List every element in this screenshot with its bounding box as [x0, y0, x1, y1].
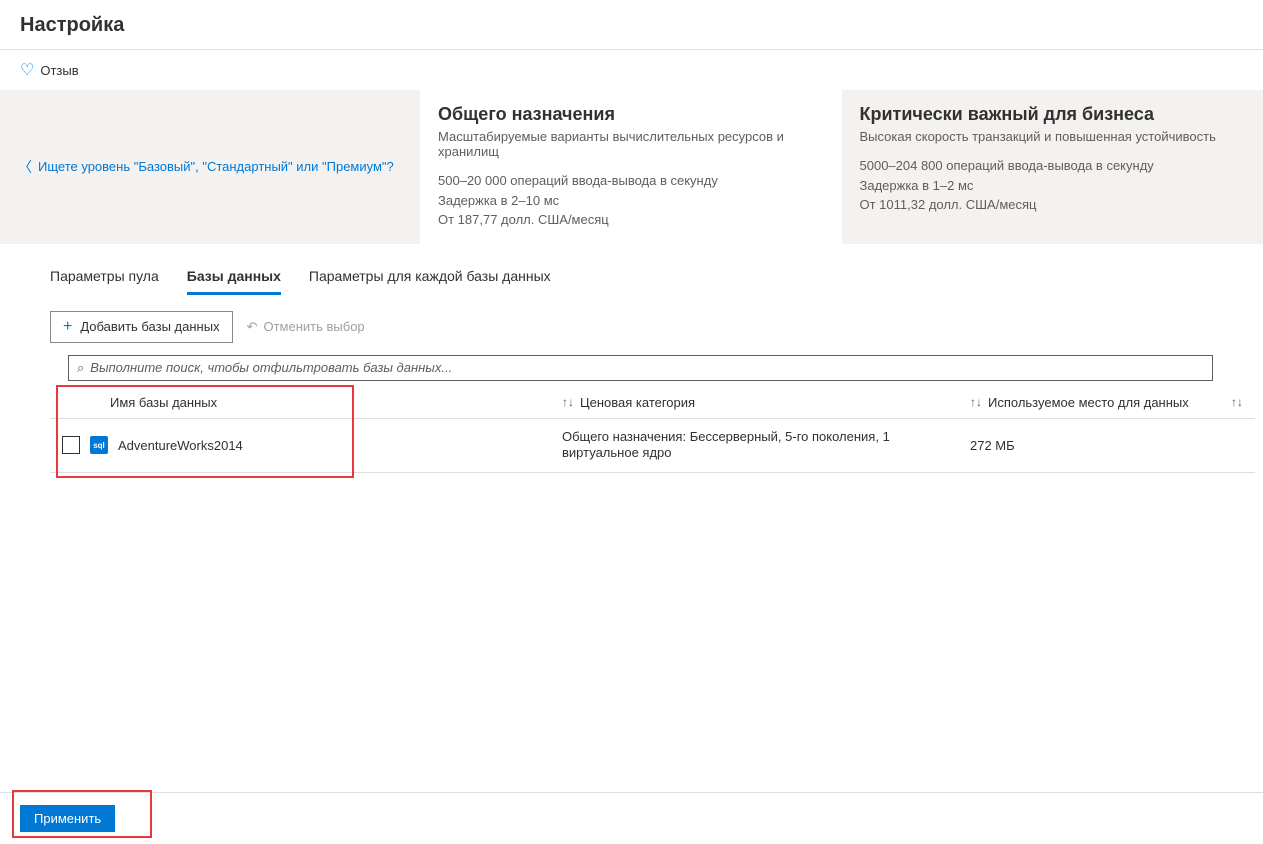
sort-icon: ↑↓ — [1231, 395, 1243, 409]
undo-icon: ↶ — [247, 319, 258, 335]
feedback-label: Отзыв — [40, 63, 78, 78]
tier-iops: 5000–204 800 операций ввода-вывода в сек… — [860, 156, 1246, 176]
table-row[interactable]: sql AdventureWorks2014 Общего назначения… — [50, 419, 1255, 474]
db-name: AdventureWorks2014 — [118, 438, 243, 453]
tier-price: От 187,77 долл. США/месяц — [438, 210, 824, 230]
toolbar: + Добавить базы данных ↶ Отменить выбор — [0, 295, 1263, 355]
tier-legacy-link[interactable]: 〈 Ищете уровень "Базовый", "Стандартный"… — [0, 90, 420, 244]
table-header: Имя базы данных ↑↓ Ценовая категория ↑↓ … — [50, 387, 1255, 419]
sort-icon: ↑↓ — [562, 395, 574, 409]
tab-databases[interactable]: Базы данных — [187, 268, 281, 295]
row-checkbox[interactable] — [62, 436, 80, 454]
page-title: Настройка — [0, 0, 1263, 50]
db-space: 272 МБ — [942, 438, 1243, 453]
reset-label: Отменить выбор — [263, 319, 364, 334]
tier-title: Общего назначения — [438, 104, 824, 125]
plus-icon: + — [63, 318, 72, 336]
heart-icon: ♡ — [20, 60, 34, 80]
footer: Применить — [0, 792, 1263, 844]
column-space[interactable]: ↑↓ Используемое место для данных ↑↓ — [942, 395, 1243, 410]
db-tier: Общего назначения: Бессерверный, 5-го по… — [562, 429, 942, 463]
search-input[interactable] — [90, 360, 1204, 375]
search-box[interactable]: ⌕ — [68, 355, 1213, 381]
databases-table: Имя базы данных ↑↓ Ценовая категория ↑↓ … — [50, 387, 1255, 474]
tier-latency: Задержка в 1–2 мс — [860, 176, 1246, 196]
tier-legacy-text: Ищете уровень "Базовый", "Стандартный" и… — [38, 159, 394, 174]
search-icon: ⌕ — [77, 360, 84, 376]
column-tier[interactable]: ↑↓ Ценовая категория — [562, 395, 942, 410]
database-icon: sql — [90, 436, 108, 454]
sort-icon: ↑↓ — [970, 395, 982, 409]
tier-subtitle: Масштабируемые варианты вычислительных р… — [438, 129, 824, 159]
feedback-link[interactable]: ♡ Отзыв — [0, 50, 1263, 90]
tier-price: От 1011,32 долл. США/месяц — [860, 195, 1246, 215]
tier-latency: Задержка в 2–10 мс — [438, 191, 824, 211]
add-label: Добавить базы данных — [80, 319, 219, 334]
apply-button[interactable]: Применить — [20, 805, 115, 832]
tier-title: Критически важный для бизнеса — [860, 104, 1246, 125]
add-databases-button[interactable]: + Добавить базы данных — [50, 311, 233, 343]
chevron-left-icon: 〈 — [18, 157, 32, 177]
tier-card-general[interactable]: Общего назначения Масштабируемые вариант… — [420, 90, 842, 244]
column-name[interactable]: Имя базы данных — [62, 395, 562, 410]
tier-section: 〈 Ищете уровень "Базовый", "Стандартный"… — [0, 90, 1263, 244]
tier-subtitle: Высокая скорость транзакций и повышенная… — [860, 129, 1246, 144]
tier-card-critical[interactable]: Критически важный для бизнеса Высокая ск… — [842, 90, 1263, 244]
tabs: Параметры пула Базы данных Параметры для… — [0, 244, 1263, 295]
tab-pool[interactable]: Параметры пула — [50, 268, 159, 295]
reset-selection-button[interactable]: ↶ Отменить выбор — [247, 319, 365, 335]
tab-per-db[interactable]: Параметры для каждой базы данных — [309, 268, 551, 295]
tier-iops: 500–20 000 операций ввода-вывода в секун… — [438, 171, 824, 191]
